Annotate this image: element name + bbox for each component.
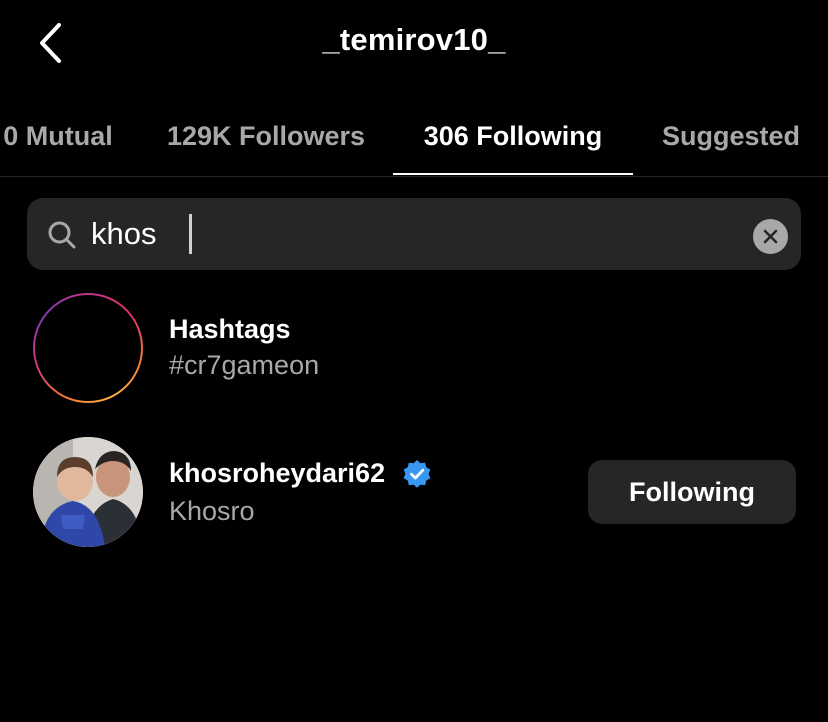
username: khosroheydari62 bbox=[169, 458, 386, 488]
text-caret bbox=[189, 214, 192, 254]
following-screen: _temirov10_ 0 Mutual 129K Followers 306 … bbox=[0, 0, 828, 722]
following-button[interactable]: Following bbox=[588, 460, 796, 524]
clear-icon bbox=[763, 229, 778, 244]
search-icon bbox=[48, 221, 76, 249]
hashtag-result-title: Hashtags bbox=[169, 314, 291, 344]
display-name: Khosro bbox=[169, 496, 255, 526]
profile-photo bbox=[33, 437, 143, 547]
tab-bar: 0 Mutual 129K Followers 306 Following Su… bbox=[0, 96, 828, 177]
tab-suggested[interactable]: Suggested bbox=[655, 96, 807, 176]
hashtag-result-subtitle: #cr7gameon bbox=[169, 350, 320, 380]
avatar[interactable] bbox=[33, 437, 143, 547]
hashtag-icon bbox=[62, 318, 114, 378]
clear-search-button[interactable] bbox=[753, 219, 788, 254]
tab-mutual[interactable]: 0 Mutual bbox=[0, 96, 118, 176]
active-tab-indicator bbox=[393, 173, 633, 175]
search-input[interactable] bbox=[91, 208, 731, 260]
page-title: _temirov10_ bbox=[322, 22, 506, 57]
search-bar[interactable] bbox=[27, 198, 801, 270]
tab-followers[interactable]: 129K Followers bbox=[160, 96, 372, 176]
hashtag-result-row[interactable]: Hashtags #cr7gameon bbox=[0, 292, 828, 404]
verified-badge-icon bbox=[403, 460, 431, 488]
hashtag-avatar bbox=[33, 293, 143, 403]
tab-following[interactable]: 306 Following bbox=[393, 96, 633, 176]
